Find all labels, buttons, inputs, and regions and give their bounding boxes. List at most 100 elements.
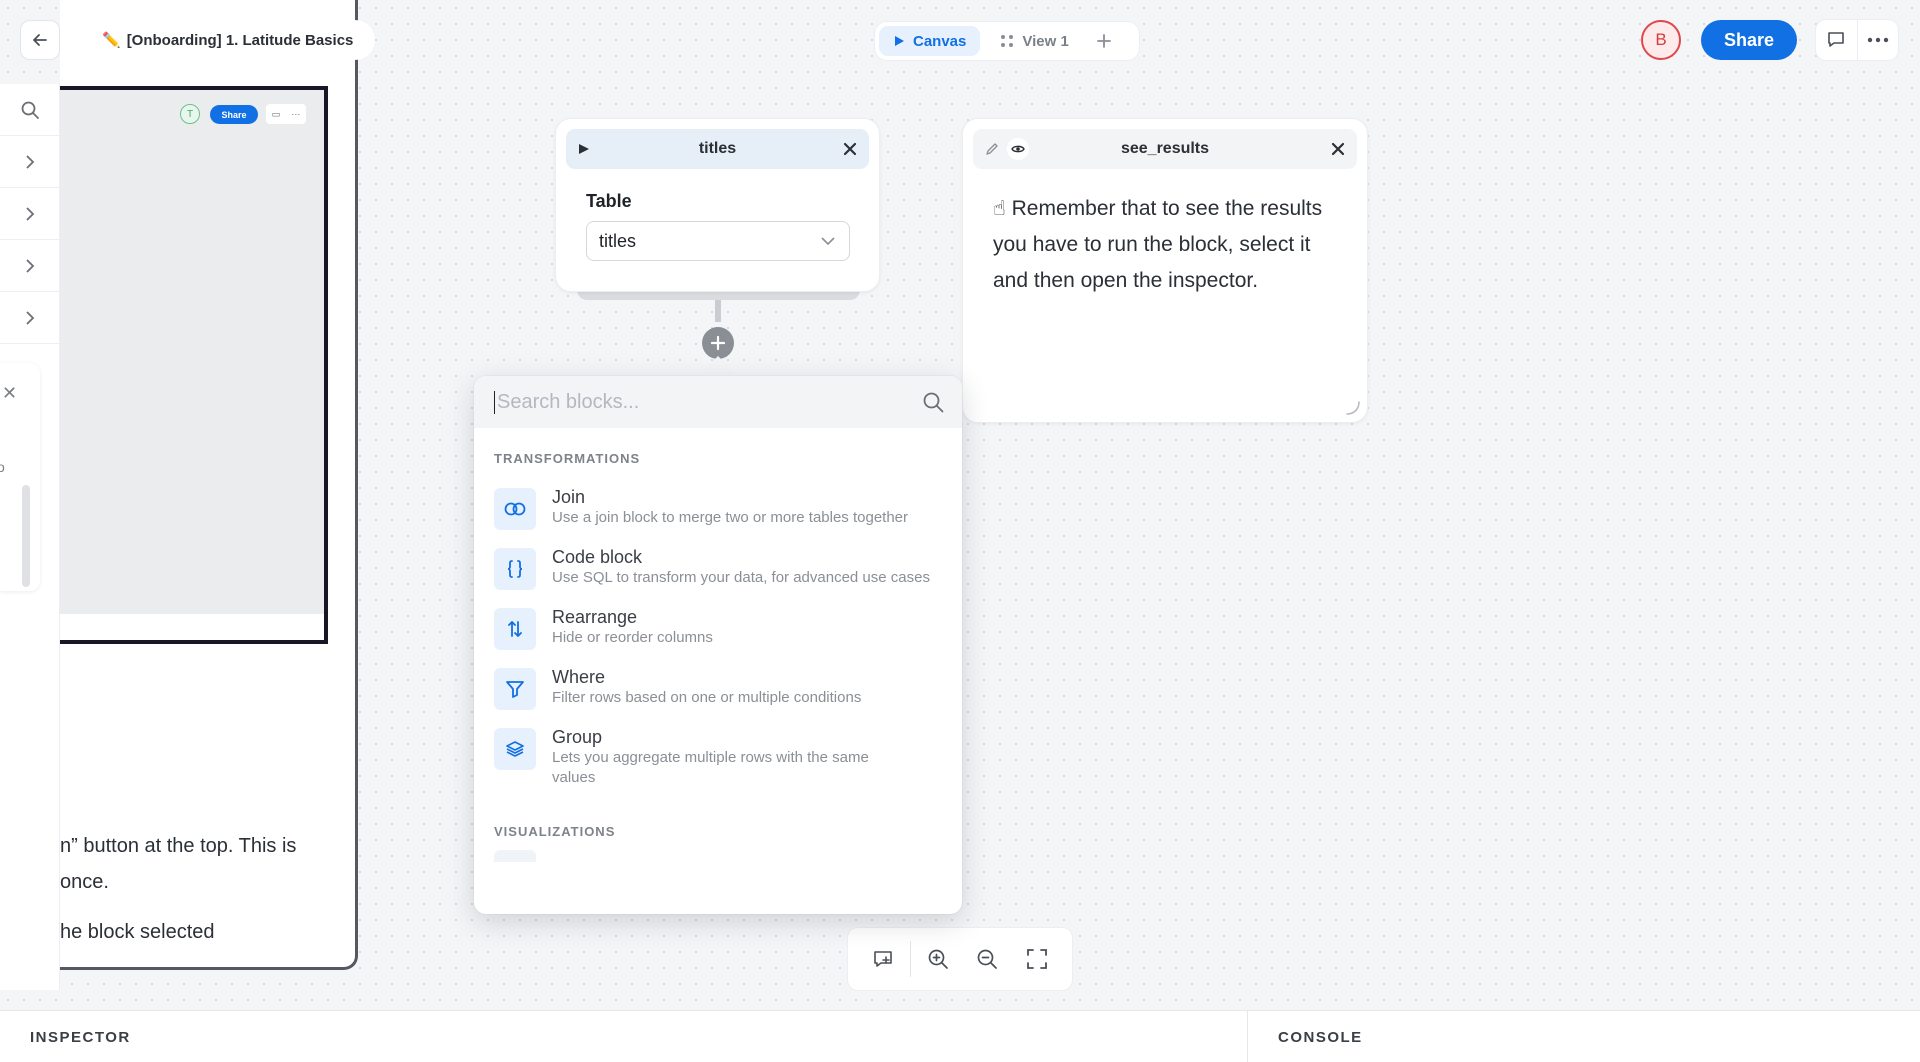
onboarding-panel: T Share ▭ ··· n” button at the top. This… [60, 0, 358, 970]
resize-handle-icon[interactable] [1343, 398, 1361, 416]
rail-search-button[interactable] [0, 84, 59, 136]
search-icon [923, 392, 944, 413]
grid-dots-icon [1001, 35, 1014, 47]
add-block-button[interactable] [702, 327, 734, 359]
preview-toggle[interactable] [1007, 138, 1029, 160]
more-horizontal-icon [1867, 37, 1888, 43]
mini-share-button: Share [210, 105, 258, 124]
chevron-right-icon [25, 258, 34, 273]
share-button[interactable]: Share [1701, 20, 1797, 60]
section-visualizations: VISUALIZATIONS [494, 824, 616, 839]
rail-expand-2[interactable] [0, 188, 59, 240]
option-title: Code block [552, 547, 643, 567]
titles-block[interactable]: titles Table titles [555, 118, 880, 292]
option-description: Use a join block to merge two or more ta… [552, 509, 909, 526]
chevron-right-icon [25, 206, 34, 221]
option-code-block[interactable]: Code block Use SQL to transform your dat… [474, 538, 962, 598]
option-join[interactable]: Join Use a join block to merge two or mo… [474, 478, 962, 538]
block-header[interactable]: see_results [973, 129, 1357, 169]
chevron-right-icon [25, 154, 34, 169]
option-title: Join [552, 487, 586, 507]
filter-icon [494, 668, 536, 710]
rail-expand-3[interactable] [0, 240, 59, 292]
inspector-tab[interactable]: INSPECTOR [30, 1029, 131, 1046]
mini-avatar: T [180, 104, 200, 124]
dock-divider [1247, 1011, 1248, 1062]
fit-view-button[interactable] [1012, 938, 1062, 980]
add-comment-button[interactable] [858, 938, 908, 980]
option-title: Where [552, 667, 606, 687]
section-transformations: TRANSFORMATIONS [494, 451, 641, 466]
back-button[interactable] [20, 20, 60, 60]
run-icon[interactable] [578, 143, 590, 155]
block-search-bar [474, 376, 962, 428]
tab-canvas[interactable]: Canvas [879, 26, 981, 56]
user-avatar[interactable]: B [1641, 20, 1681, 60]
mini-more-icon: ··· [291, 109, 301, 119]
rearrange-icon [494, 608, 536, 650]
table-field-label: Table [586, 191, 632, 211]
tutorial-screenshot: T Share ▭ ··· [60, 86, 328, 644]
document-title-text: [Onboarding] 1. Latitude Basics [126, 31, 354, 49]
pointing-up-icon: ☝ [993, 197, 1006, 220]
zoom-in-icon [928, 949, 948, 969]
option-where[interactable]: Where Filter rows based on one or multip… [474, 658, 962, 718]
block-name: see_results [1120, 140, 1210, 157]
view-switcher: Canvas View 1 [875, 22, 1139, 60]
panel-text-line: n” button at the top. This is [60, 835, 297, 857]
option-title: Rearrange [552, 607, 638, 627]
rail-expand-1[interactable] [0, 136, 59, 188]
panel-text-line: he block selected [60, 921, 215, 943]
partial-text: o [0, 459, 5, 475]
option-group[interactable]: Group Lets you aggregate multiple rows w… [474, 718, 962, 796]
layers-icon [494, 728, 536, 770]
console-tab[interactable]: CONSOLE [1278, 1029, 1363, 1046]
block-search-input[interactable] [494, 390, 894, 414]
zoom-out-icon [978, 949, 998, 969]
tab-canvas-label: Canvas [913, 32, 967, 50]
search-icon [21, 101, 39, 119]
play-icon [895, 36, 904, 46]
code-braces-icon [494, 548, 536, 590]
floating-card: ✕ o [0, 363, 40, 591]
toolbar-divider [909, 941, 911, 977]
document-title[interactable]: ✏️ [Onboarding] 1. Latitude Basics [88, 20, 376, 60]
block-header[interactable]: titles [566, 129, 869, 169]
bottom-dock: INSPECTOR CONSOLE [0, 1010, 1920, 1062]
add-view-button[interactable] [1089, 26, 1119, 56]
plus-icon [1096, 34, 1111, 48]
note-body: Remember that to see the results you hav… [993, 197, 1323, 292]
more-options-button[interactable] [1856, 20, 1899, 60]
zoom-in-button[interactable] [913, 938, 963, 980]
pencil-icon: ✏️ [102, 32, 121, 49]
top-actions-group [1816, 20, 1898, 60]
block-name: titles [698, 140, 737, 157]
mini-comment-icon: ▭ [271, 108, 281, 119]
close-icon[interactable] [1331, 142, 1345, 156]
see-results-block[interactable]: see_results ☝ Remember that to see the r… [962, 118, 1368, 423]
plus-icon [710, 335, 726, 351]
chevron-right-icon [25, 310, 34, 325]
note-text: ☝ Remember that to see the results you h… [993, 191, 1343, 299]
tab-view-1-label: View 1 [1022, 32, 1069, 50]
option-title: Group [552, 727, 603, 747]
close-icon[interactable]: ✕ [2, 383, 17, 404]
fullscreen-icon [1027, 949, 1048, 969]
pencil-icon[interactable] [985, 142, 999, 156]
comment-icon [1828, 32, 1845, 47]
option-rearrange[interactable]: Rearrange Hide or reorder columns [474, 598, 962, 658]
option-description: Hide or reorder columns [552, 629, 713, 646]
tab-view-1[interactable]: View 1 [986, 26, 1082, 56]
eye-icon [1011, 145, 1025, 153]
rail-expand-4[interactable] [0, 292, 59, 344]
close-icon[interactable] [843, 142, 857, 156]
table-select[interactable]: titles [586, 221, 850, 261]
option-description: Filter rows based on one or multiple con… [552, 689, 862, 706]
join-icon [494, 488, 536, 530]
zoom-out-button[interactable] [963, 938, 1013, 980]
comments-button[interactable] [1816, 20, 1857, 60]
mini-bottom-bar [60, 614, 324, 640]
panel-text-line: once. [60, 871, 109, 893]
scrollbar[interactable] [22, 485, 30, 587]
chevron-down-icon [821, 237, 835, 246]
